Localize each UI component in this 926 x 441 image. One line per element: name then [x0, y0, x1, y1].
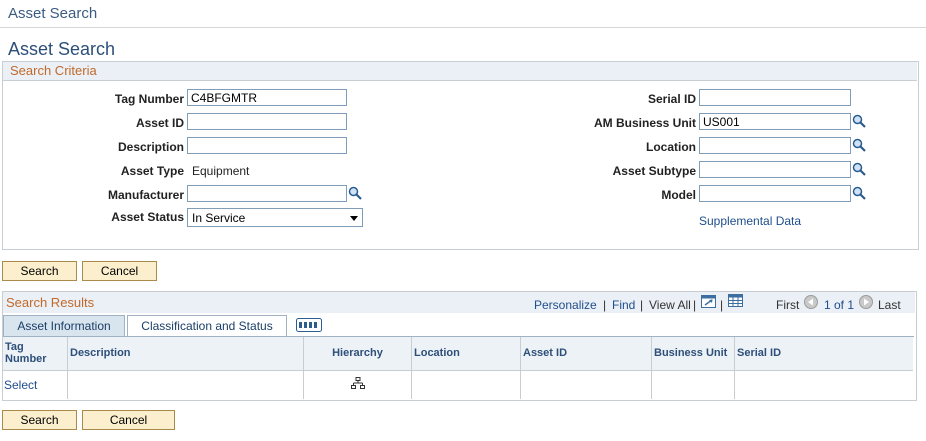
asset-type-label: Asset Type: [120, 164, 184, 178]
asset-id-input[interactable]: [187, 113, 347, 130]
business-unit-lookup-icon[interactable]: [852, 114, 866, 128]
model-lookup-icon[interactable]: [852, 186, 866, 200]
location-cell: [412, 370, 521, 399]
asset-subtype-input[interactable]: [699, 161, 851, 178]
am-business-unit-label: AM Business Unit: [593, 116, 696, 130]
divider: [0, 27, 926, 28]
hierarchy-cell: [304, 370, 412, 399]
nav-separator: |: [720, 298, 724, 312]
column-header-location[interactable]: Location: [412, 337, 521, 370]
supplemental-data-link[interactable]: Supplemental Data: [699, 214, 801, 228]
page-title: Asset Search: [8, 39, 116, 59]
location-label: Location: [646, 140, 696, 154]
next-arrow-icon: [859, 295, 873, 309]
search-criteria-title: Search Criteria: [10, 63, 97, 78]
breadcrumb: Asset Search: [8, 5, 98, 22]
view-all-link[interactable]: View All: [649, 298, 691, 312]
model-input[interactable]: [699, 185, 851, 202]
nav-separator: |: [603, 298, 607, 312]
manufacturer-input[interactable]: [187, 185, 347, 202]
manufacturer-label: Manufacturer: [107, 188, 184, 202]
nav-separator: |: [693, 298, 697, 312]
serial-id-input[interactable]: [699, 89, 851, 106]
description-input[interactable]: [187, 137, 347, 154]
find-link[interactable]: Find: [612, 298, 635, 312]
description-label: Description: [117, 140, 184, 154]
chevron-down-icon: [350, 216, 358, 221]
column-header-tag-number[interactable]: Tag Number: [3, 337, 68, 370]
tab-classification-and-status[interactable]: Classification and Status: [127, 315, 287, 337]
search-criteria-header: [3, 62, 917, 81]
asset-subtype-lookup-icon[interactable]: [852, 162, 866, 176]
first-label: First: [776, 298, 800, 312]
hierarchy-icon[interactable]: [350, 377, 365, 390]
asset-status-value: In Service: [192, 211, 246, 225]
tag-number-input[interactable]: [187, 89, 347, 106]
location-lookup-icon[interactable]: [852, 138, 866, 152]
asset-status-label: Asset Status: [111, 210, 184, 224]
select-link[interactable]: Select: [4, 378, 37, 392]
tag-number-label: Tag Number: [114, 92, 184, 106]
model-label: Model: [661, 188, 696, 202]
serial-id-label: Serial ID: [647, 92, 696, 106]
search-button-bottom[interactable]: Search: [2, 410, 77, 430]
tab-asset-information[interactable]: Asset Information: [3, 315, 125, 337]
download-spreadsheet-icon[interactable]: [728, 294, 743, 307]
column-header-business-unit[interactable]: Business Unit: [652, 337, 735, 370]
nav-separator: |: [640, 298, 644, 312]
column-header-hierarchy: Hierarchy: [304, 337, 412, 370]
asset-status-select[interactable]: In Service: [187, 208, 363, 227]
description-cell: [68, 370, 304, 399]
column-header-serial-id[interactable]: Serial ID: [735, 337, 913, 370]
asset-subtype-label: Asset Subtype: [612, 164, 696, 178]
search-results-title: Search Results: [6, 295, 95, 310]
row-range: 1 of 1: [824, 298, 855, 312]
search-button[interactable]: Search: [2, 261, 77, 281]
asset-id-label: Asset ID: [135, 116, 184, 130]
show-all-columns-icon[interactable]: [296, 318, 322, 332]
business-unit-cell: [652, 370, 735, 399]
am-business-unit-input[interactable]: [699, 113, 851, 130]
personalize-link[interactable]: Personalize: [534, 298, 597, 312]
asset-id-cell: [521, 370, 652, 399]
column-header-asset-id[interactable]: Asset ID: [521, 337, 652, 370]
column-header-description[interactable]: Description: [68, 337, 304, 370]
zoom-grid-icon[interactable]: [701, 295, 716, 308]
table-row: Select: [3, 370, 68, 399]
results-grid: Tag Number Description Hierarchy Locatio…: [3, 337, 913, 399]
last-label: Last: [878, 298, 901, 312]
manufacturer-lookup-icon[interactable]: [348, 186, 362, 200]
cancel-button[interactable]: Cancel: [82, 261, 157, 281]
location-input[interactable]: [699, 137, 851, 154]
cancel-button-bottom[interactable]: Cancel: [82, 410, 175, 430]
prev-arrow-icon: [804, 295, 818, 309]
serial-id-cell: [735, 370, 913, 399]
asset-type-value: Equipment: [192, 164, 250, 178]
